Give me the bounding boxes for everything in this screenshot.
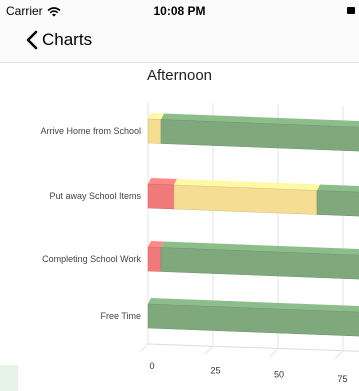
back-button-label: Charts: [42, 30, 93, 49]
grid-line: [204, 345, 214, 355]
category-label: Arrive Home from School: [40, 126, 141, 136]
bar-segment: [316, 190, 359, 217]
grid-line: [139, 343, 149, 353]
chart-floor-edge: [147, 343, 359, 352]
bar-segment: [147, 118, 162, 144]
status-time: 10:08 PM: [153, 4, 206, 18]
bar-segment: [147, 183, 175, 210]
x-tick-label: 50: [274, 370, 284, 380]
x-tick-label: 75: [337, 374, 347, 384]
x-tick-label: 0: [149, 361, 154, 371]
category-label: Put away School Items: [49, 191, 141, 201]
bar-chart: 0255075100Arrive Home from SchoolPut awa…: [40, 102, 359, 384]
grid-line: [269, 348, 279, 357]
bottom-panel-edge: [0, 365, 18, 391]
status-bar: Carrier 10:08 PM: [0, 0, 359, 22]
back-button[interactable]: Charts: [24, 30, 92, 50]
grid-line: [334, 350, 344, 360]
bar-segment: [147, 246, 162, 272]
category-label: Completing School Work: [42, 254, 141, 264]
navigation-bar: Charts: [0, 22, 359, 63]
chart-area: Afternoon 0255075100Arrive Home from Sch…: [0, 62, 359, 391]
x-tick-label: 25: [210, 365, 220, 375]
battery-icon: [347, 7, 355, 14]
category-label: Free Time: [100, 311, 141, 321]
bar-segment: [173, 184, 318, 215]
chevron-left-icon: [24, 30, 40, 50]
